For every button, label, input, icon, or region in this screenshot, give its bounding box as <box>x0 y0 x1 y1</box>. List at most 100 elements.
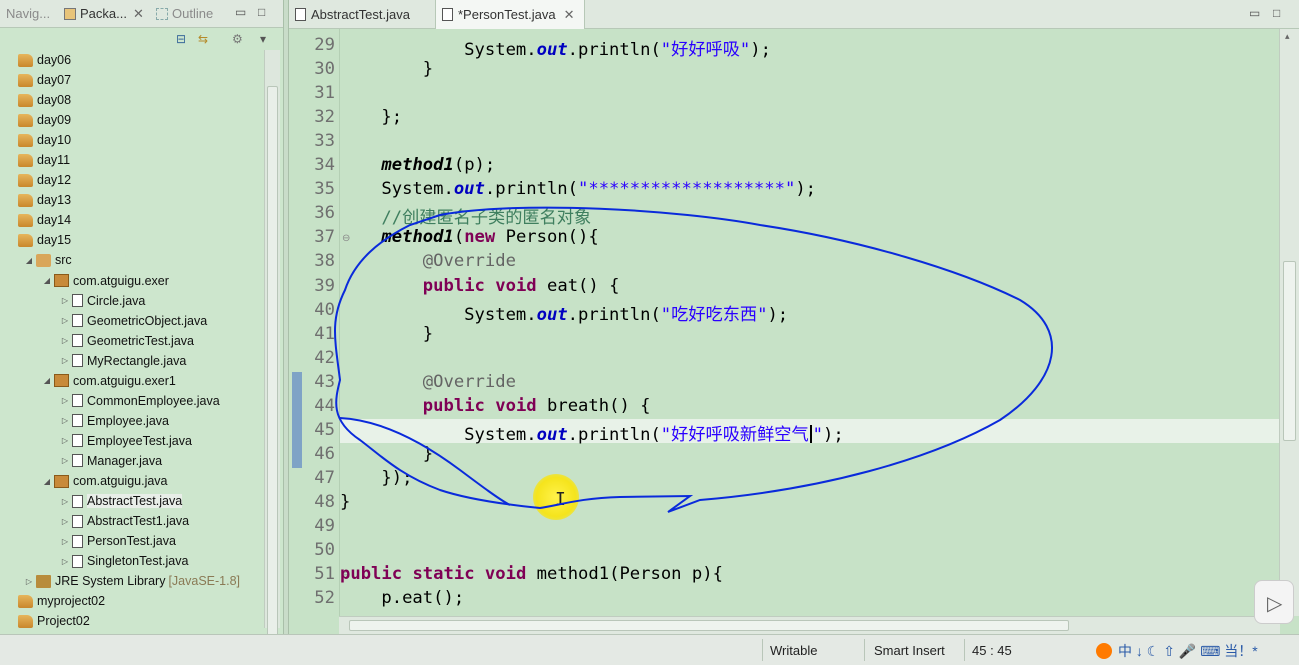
tree-item[interactable]: ▷ AbstractTest1.java <box>0 511 264 531</box>
tree-item[interactable]: ◢ com.atguigu.java <box>0 471 264 491</box>
expand-arrow-icon[interactable]: ▷ <box>60 517 70 526</box>
expand-arrow-icon[interactable]: ▷ <box>24 577 34 586</box>
close-icon[interactable]: ✕ <box>564 7 575 22</box>
tree-item[interactable]: ▷ JRE System Library [JavaSE-1.8] <box>0 571 264 591</box>
tree-item[interactable]: ◢ com.atguigu.exer1 <box>0 371 264 391</box>
tree-item[interactable]: ▷ AbstractTest.java <box>0 491 264 511</box>
code-line[interactable]: @Override <box>340 251 516 275</box>
collapse-arrow-icon[interactable]: ◢ <box>42 276 52 285</box>
tab-package-explorer[interactable]: Packa... ✕ <box>64 6 144 22</box>
code-line[interactable]: } <box>340 59 433 83</box>
scrollbar-thumb[interactable] <box>1283 261 1296 441</box>
tab-persontest[interactable]: *PersonTest.java ✕ <box>435 0 586 29</box>
tree-item[interactable]: ▷ SingletonTest.java <box>0 551 264 571</box>
collapse-arrow-icon[interactable]: ◢ <box>42 477 52 486</box>
code-line[interactable]: public void breath() { <box>340 396 651 420</box>
tree-item[interactable]: ◢ com.atguigu.exer <box>0 271 264 291</box>
view-menu-icon[interactable]: ▾ <box>260 32 266 46</box>
expand-arrow-icon[interactable]: ▷ <box>60 416 70 425</box>
expand-arrow-icon[interactable]: ▷ <box>60 557 70 566</box>
tree-item[interactable]: myproject02 <box>0 591 264 611</box>
code-line[interactable]: method1(p); <box>340 155 495 179</box>
tree-item[interactable]: ▷ CommonEmployee.java <box>0 391 264 411</box>
expand-arrow-icon[interactable]: ▷ <box>60 436 70 445</box>
scrollbar-thumb[interactable] <box>349 620 1069 631</box>
code-line[interactable]: } <box>340 492 350 516</box>
expand-arrow-icon[interactable]: ▷ <box>60 396 70 405</box>
expand-arrow-icon[interactable]: ▷ <box>60 537 70 546</box>
tree-item-label: day08 <box>37 93 72 108</box>
link-with-editor-icon[interactable]: ⇆ <box>198 32 208 46</box>
code-line[interactable]: public static void method1(Person p){ <box>340 564 723 588</box>
code-line[interactable]: //创建匿名子类的匿名对象 <box>340 203 591 228</box>
ime-status-text: 中 ↓ ☾ ⇧ 🎤 ⌨ 当！* <box>1118 643 1258 659</box>
code-line[interactable]: System.out.println("好好呼吸"); <box>340 35 771 60</box>
tree-item[interactable]: ▷ PersonTest.java <box>0 531 264 551</box>
expand-arrow-icon[interactable]: ▷ <box>60 296 70 305</box>
code-line[interactable]: }; <box>340 107 402 131</box>
line-number: 31 <box>314 83 335 104</box>
tree-item[interactable]: ▷ Circle.java <box>0 291 264 311</box>
collapse-all-icon[interactable]: ⊟ <box>176 32 186 46</box>
tab-outline[interactable]: Outline <box>156 6 213 21</box>
tree-item[interactable]: day07 <box>0 70 264 90</box>
java-file-icon <box>72 494 83 508</box>
tab-navigator[interactable]: Navig... <box>6 6 50 21</box>
maximize-icon[interactable]: □ <box>1273 6 1280 20</box>
editor-vertical-scrollbar[interactable]: ▴ <box>1279 29 1299 616</box>
tree-item[interactable]: ◢ src <box>0 250 264 270</box>
code-line[interactable]: p.eat(); <box>340 588 464 612</box>
scroll-up-icon[interactable]: ▴ <box>1285 31 1290 42</box>
tree-item[interactable]: day13 <box>0 190 264 210</box>
minimize-icon[interactable]: ▭ <box>235 5 246 19</box>
expand-arrow-icon[interactable]: ▷ <box>60 356 70 365</box>
code-token: public <box>340 564 403 585</box>
code-line[interactable]: System.out.println("*******************"… <box>340 179 816 203</box>
java-file-icon <box>72 294 83 308</box>
tree-scrollbar[interactable] <box>264 50 280 644</box>
expand-arrow-icon[interactable]: ▷ <box>60 316 70 325</box>
tree-item[interactable]: day10 <box>0 130 264 150</box>
video-play-button[interactable]: ▷ <box>1254 580 1294 624</box>
maximize-icon[interactable]: □ <box>258 5 265 19</box>
scrollbar-thumb[interactable] <box>267 86 278 644</box>
collapse-arrow-icon[interactable]: ◢ <box>24 256 34 265</box>
tree-item[interactable]: day09 <box>0 110 264 130</box>
editor-tabs: AbstractTest.java *PersonTest.java ✕ ▭ □ <box>289 0 1299 29</box>
tree-item[interactable]: ▷ Employee.java <box>0 411 264 431</box>
tree-item[interactable]: Project02 <box>0 611 264 631</box>
code-line[interactable]: }); <box>340 468 412 492</box>
tree-item[interactable]: day15 <box>0 230 264 250</box>
tab-abstracttest[interactable]: AbstractTest.java <box>289 0 420 29</box>
tree-item[interactable]: ▷ GeometricTest.java <box>0 331 264 351</box>
code-line[interactable]: System.out.println("好好呼吸新鲜空气 "); <box>340 420 844 445</box>
code-line[interactable]: @Override <box>340 372 516 396</box>
project-icon <box>18 53 33 67</box>
tree-item[interactable]: ▷ MyRectangle.java <box>0 351 264 371</box>
collapse-arrow-icon[interactable]: ◢ <box>42 376 52 385</box>
tree-item[interactable]: day11 <box>0 150 264 170</box>
minimize-icon[interactable]: ▭ <box>1249 6 1260 20</box>
code-token: out <box>453 179 485 200</box>
code-token: .println( <box>567 424 661 445</box>
filter-icon[interactable]: ⚙ <box>232 32 243 46</box>
tree-item[interactable]: ▷ Manager.java <box>0 451 264 471</box>
code-line[interactable]: } <box>340 444 433 468</box>
tree-item[interactable]: ▷ GeometricObject.java <box>0 311 264 331</box>
tree-item[interactable]: day14 <box>0 210 264 230</box>
ime-toolbar[interactable]: 中 ↓ ☾ ⇧ 🎤 ⌨ 当！* <box>1096 639 1258 663</box>
tree-item[interactable]: day12 <box>0 170 264 190</box>
code-line[interactable]: } <box>340 324 433 348</box>
code-line[interactable]: public void eat() { <box>340 276 620 300</box>
expand-arrow-icon[interactable]: ▷ <box>60 336 70 345</box>
code-line[interactable]: method1(new Person(){ <box>340 227 598 251</box>
tree-item[interactable]: day08 <box>0 90 264 110</box>
expand-arrow-icon[interactable]: ▷ <box>60 497 70 506</box>
code-area[interactable]: System.out.println("好好呼吸"); } }; method1… <box>339 29 1279 616</box>
tree-item[interactable]: ▷ EmployeeTest.java <box>0 431 264 451</box>
expand-arrow-icon[interactable]: ▷ <box>60 456 70 465</box>
code-line[interactable]: System.out.println("吃好吃东西"); <box>340 300 788 325</box>
editor-horizontal-scrollbar[interactable] <box>339 616 1280 634</box>
close-icon[interactable]: ✕ <box>133 6 144 21</box>
tree-item[interactable]: day06 <box>0 50 264 70</box>
